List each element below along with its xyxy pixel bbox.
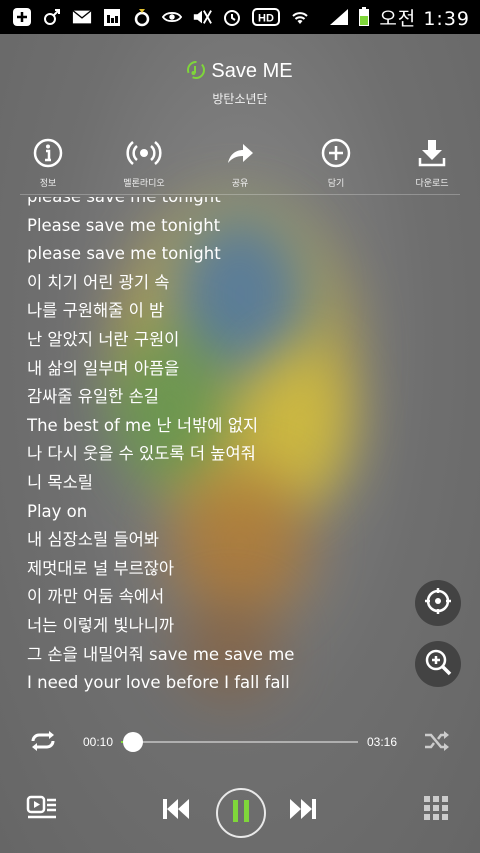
shuffle-button[interactable]	[420, 727, 454, 759]
ring-icon	[132, 7, 152, 27]
lyric-line: I need your love before I fall fall	[27, 673, 290, 693]
song-header: Save ME 방탄소년단 정보 멜론라디오 공유 담기 다운로드	[0, 34, 480, 194]
info-button[interactable]: 정보	[0, 138, 96, 190]
mute-icon	[192, 7, 212, 27]
pause-button[interactable]	[216, 788, 266, 838]
crosshair-icon	[423, 586, 453, 620]
lyric-line: please save me tonight	[27, 197, 447, 212]
pause-icon	[231, 799, 251, 827]
download-button[interactable]: 다운로드	[384, 138, 480, 190]
lyric-line: please save me tonight	[27, 244, 221, 264]
share-button[interactable]: 공유	[192, 138, 288, 190]
info-icon	[33, 138, 63, 172]
share-icon	[225, 138, 255, 172]
lyric-line: 내 삶의 일부며 아픔을	[27, 358, 180, 378]
zoom-in-icon	[423, 647, 453, 681]
gender-icon	[42, 7, 62, 27]
lyric-line: Play on	[27, 501, 88, 521]
lyric-line: 제멋대로 널 부르잖아	[27, 558, 175, 578]
lyrics-sync-button[interactable]	[415, 580, 461, 626]
hd-icon: HD	[252, 7, 280, 27]
elapsed-time: 00:10	[83, 735, 114, 749]
lyrics-panel[interactable]: please save me tonight Please save me to…	[27, 197, 447, 709]
repeat-icon	[28, 730, 58, 756]
lyric-line: 나를 구원해줄 이 밤	[27, 301, 165, 321]
lyric-line: Please save me tonight	[27, 215, 221, 235]
lyric-line: 감싸줄 유일한 손길	[27, 387, 159, 407]
eye-icon	[162, 7, 182, 27]
mail-icon	[72, 7, 92, 27]
action-bar: 정보 멜론라디오 공유 담기 다운로드	[0, 138, 480, 190]
seek-bar[interactable]	[121, 732, 358, 752]
wifi-icon	[290, 7, 310, 27]
lyric-line: 그 손을 내밀어줘 save me save me	[27, 644, 295, 664]
next-button[interactable]	[285, 794, 321, 828]
lyric-line: The best of me 난 너밖에 없지	[27, 415, 259, 435]
song-title: Save ME	[0, 60, 480, 83]
skip-previous-icon	[161, 797, 191, 825]
battery-icon	[357, 7, 371, 27]
repeat-button[interactable]	[26, 727, 60, 759]
grid-icon	[423, 795, 449, 825]
seek-bar-thumb[interactable]	[123, 732, 144, 752]
zoom-in-button[interactable]	[415, 641, 461, 687]
music-note-icon	[187, 61, 206, 79]
lyric-line: 너는 이렇게 빛나니까	[27, 615, 175, 635]
signal-icon	[329, 7, 349, 27]
status-time: 오전 1:39	[379, 7, 470, 30]
header-divider	[20, 194, 460, 195]
status-bar: HD 오전 1:39	[0, 0, 480, 34]
add-to-playlist-button[interactable]: 담기	[288, 138, 384, 190]
add-icon	[12, 7, 32, 27]
lyric-line: 니 목소릴	[27, 472, 93, 492]
info-label: 정보	[39, 179, 57, 189]
total-time: 03:16	[367, 735, 398, 749]
playlist-button[interactable]	[24, 794, 60, 826]
lyric-line: 이 까만 어둠 속에서	[27, 587, 165, 607]
svg-text:HD: HD	[258, 13, 274, 25]
lyric-line: 내 심장소릴 들어봐	[27, 530, 159, 550]
skip-next-icon	[288, 797, 318, 825]
download-icon	[417, 138, 447, 172]
radio-icon	[126, 138, 162, 172]
alarm-icon	[222, 7, 242, 27]
song-title-text: Save ME	[211, 60, 293, 82]
add-label: 담기	[327, 179, 345, 189]
add-circle-icon	[321, 138, 351, 172]
share-label: 공유	[231, 179, 249, 189]
download-label: 다운로드	[415, 179, 449, 189]
lyric-line: 나 다시 웃을 수 있도록 더 높여줘	[27, 444, 256, 464]
playlist-icon	[26, 794, 58, 826]
radio-label: 멜론라디오	[123, 179, 165, 189]
playback-controls	[0, 780, 480, 842]
artist-name[interactable]: 방탄소년단	[0, 90, 480, 107]
shuffle-icon	[423, 730, 451, 756]
radio-button[interactable]: 멜론라디오	[96, 138, 192, 190]
previous-button[interactable]	[158, 794, 194, 828]
lyric-line: 난 알았지 너란 구원이	[27, 329, 180, 349]
lyric-line: 이 치기 어린 광기 속	[27, 272, 170, 292]
progress-row: 00:10 03:16	[0, 727, 480, 759]
calendar-icon	[102, 7, 122, 27]
menu-grid-button[interactable]	[420, 794, 452, 826]
